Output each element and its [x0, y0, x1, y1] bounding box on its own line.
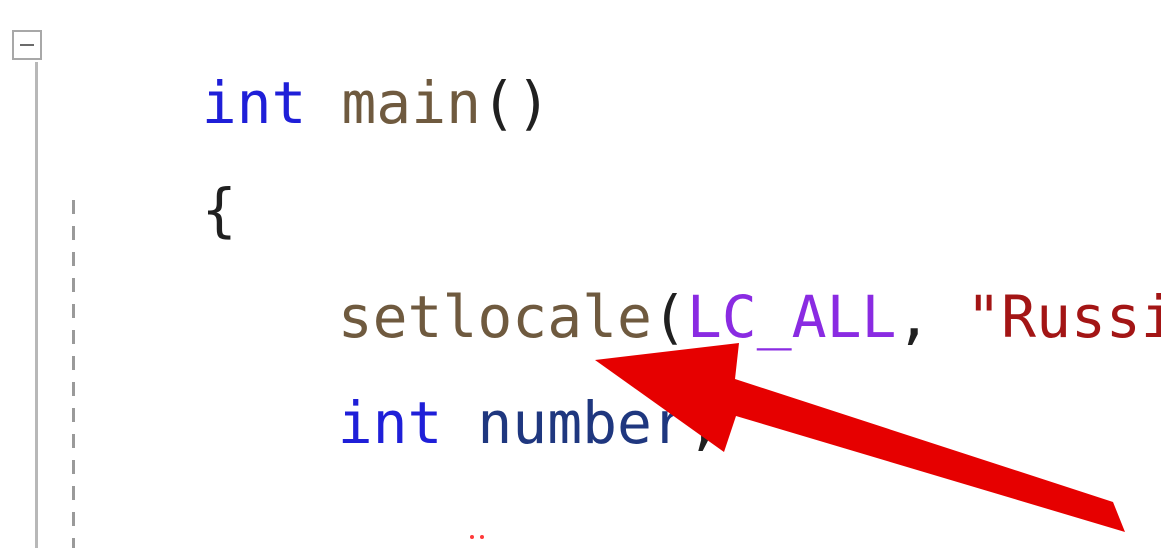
- identifier-number: number: [477, 389, 687, 457]
- error-squiggle-marker: [468, 535, 488, 545]
- minus-icon: [20, 44, 34, 46]
- string-russian: "Russian": [966, 283, 1161, 351]
- comma: ,: [896, 283, 967, 351]
- collapse-fold-icon[interactable]: [12, 30, 42, 60]
- fold-guide-line: [35, 62, 38, 548]
- function-main: main: [341, 69, 482, 137]
- code-editor[interactable]: int main() { setlocale(LC_ALL, "Russian"…: [0, 0, 1161, 548]
- parentheses: (): [481, 69, 551, 137]
- semicolon: ;: [686, 389, 722, 457]
- keyword-int: int: [337, 389, 443, 457]
- code-line-int-number[interactable]: int number;: [198, 336, 722, 510]
